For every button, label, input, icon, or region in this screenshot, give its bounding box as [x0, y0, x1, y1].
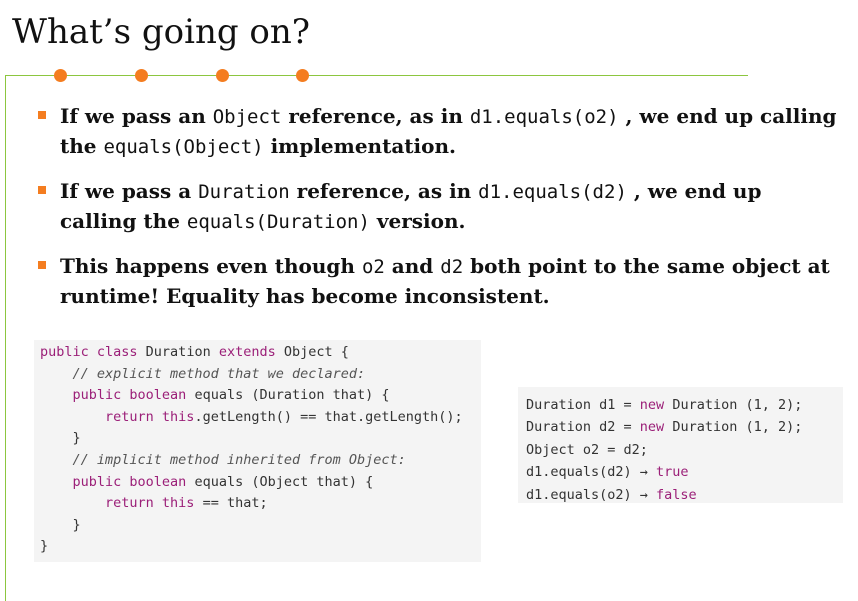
- code-line: public class Duration extends Object {: [40, 342, 481, 364]
- code-keyword: extends: [218, 344, 276, 360]
- code-text: == that;: [194, 495, 268, 512]
- code-line: }: [40, 515, 481, 537]
- bullet-marker: [38, 261, 46, 269]
- code-line: d1.equals(o2) → false: [526, 484, 843, 506]
- code-comment: // explicit method that we declared:: [40, 365, 366, 382]
- code-text: d1.equals(d2) →: [526, 464, 657, 481]
- inline-code: equals(Object): [103, 136, 264, 158]
- code-line: }: [40, 428, 481, 450]
- bullet-text: reference, as in: [289, 179, 479, 203]
- inline-code: d1.equals(d2): [478, 181, 627, 203]
- code-text: Duration (1, 2);: [664, 419, 803, 436]
- bullet-text: This happens even though: [60, 254, 362, 278]
- inline-code: Duration: [198, 181, 290, 203]
- code-line: d1.equals(d2) → true: [526, 461, 843, 483]
- code-text: Object o2 = d2;: [526, 441, 648, 458]
- code-text: equals (Object that) {: [186, 473, 374, 490]
- bullet-text: implementation.: [263, 134, 456, 158]
- code-text: Duration d2 =: [526, 419, 640, 436]
- code-text: d1.equals(o2) →: [526, 486, 657, 503]
- code-text: .getLength() == that.getLength();: [194, 408, 463, 425]
- code-text: Duration: [137, 344, 219, 360]
- code-text: }: [40, 538, 49, 555]
- code-keyword: public class: [40, 344, 138, 360]
- left-border-line: [5, 75, 6, 601]
- code-line: // explicit method that we declared:: [40, 364, 481, 386]
- code-keyword: new: [639, 397, 665, 413]
- code-line: // implicit method inherited from Object…: [40, 450, 481, 472]
- code-line: Duration d2 = new Duration (1, 2);: [526, 416, 843, 438]
- bullet-item: This happens even though o2 and d2 both …: [38, 252, 838, 311]
- code-text: }: [40, 430, 81, 447]
- bullet-marker: [38, 186, 46, 194]
- code-line: Object o2 = d2;: [526, 439, 843, 461]
- duration-class-code-block: public class Duration extends Object { /…: [34, 340, 481, 562]
- bullet-list: If we pass an Object reference, as in d1…: [38, 102, 838, 326]
- bullet-text: reference, as in: [281, 104, 470, 128]
- code-line: return this == that;: [40, 493, 481, 515]
- code-comment: // implicit method inherited from Object…: [40, 451, 406, 468]
- code-text: }: [40, 516, 81, 533]
- inline-code: d2: [440, 256, 464, 278]
- code-line: public boolean equals (Duration that) {: [40, 385, 481, 407]
- code-line: }: [40, 536, 481, 558]
- bullet-item: If we pass a Duration reference, as in d…: [38, 177, 838, 237]
- bullet-item: If we pass an Object reference, as in d1…: [38, 102, 838, 162]
- code-keyword: public boolean: [72, 473, 187, 490]
- bullet-marker: [38, 111, 46, 119]
- bullet-text: version.: [369, 209, 466, 233]
- bullet-text: If we pass an: [60, 104, 213, 128]
- decor-dot: [296, 69, 309, 82]
- code-keyword: public boolean: [72, 387, 187, 404]
- bullet-text: and: [384, 254, 441, 278]
- code-text: Duration (1, 2);: [664, 397, 803, 413]
- inline-code: Object: [212, 106, 282, 128]
- code-keyword: new: [639, 419, 665, 436]
- code-line: return this.getLength() == that.getLengt…: [40, 407, 481, 429]
- code-line: Duration d1 = new Duration (1, 2);: [526, 394, 843, 416]
- code-keyword: false: [656, 486, 697, 503]
- decor-dot: [135, 69, 148, 82]
- code-text: Duration d1 =: [526, 397, 640, 413]
- code-keyword: return this: [105, 408, 195, 425]
- code-keyword: return this: [105, 495, 195, 512]
- title-underline: [5, 75, 748, 76]
- slide-title: What’s going on?: [12, 12, 311, 52]
- code-line: public boolean equals (Object that) {: [40, 472, 481, 494]
- inline-code: o2: [361, 256, 385, 278]
- decor-dot: [216, 69, 229, 82]
- usage-example-code-block: Duration d1 = new Duration (1, 2); Durati…: [518, 387, 843, 503]
- decor-dot: [54, 69, 67, 82]
- inline-code: d1.equals(o2): [469, 106, 619, 128]
- code-keyword: true: [656, 464, 689, 481]
- code-text: equals (Duration that) {: [186, 387, 390, 404]
- code-text: Object {: [275, 344, 349, 360]
- inline-code: equals(Duration): [186, 211, 370, 233]
- bullet-text: If we pass a: [60, 179, 199, 203]
